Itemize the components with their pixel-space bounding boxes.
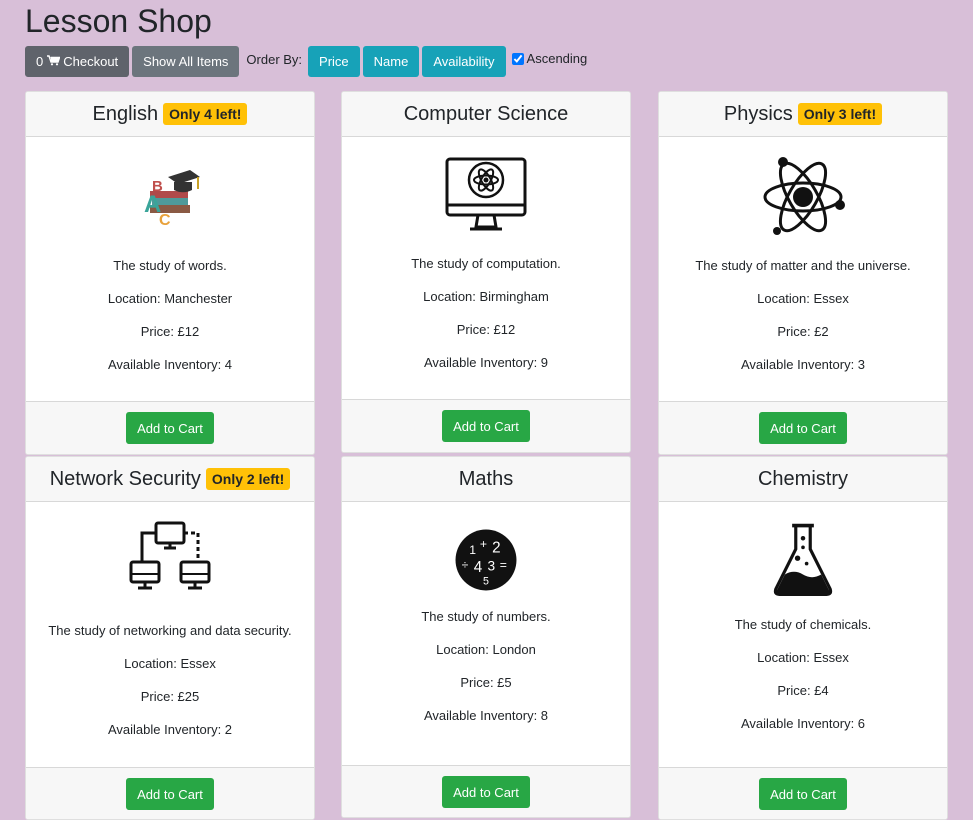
card-header: Computer Science: [342, 92, 630, 137]
ascending-toggle[interactable]: Ascending: [511, 46, 588, 66]
lesson-description: The study of computation.: [411, 256, 561, 271]
card-body: A B C The study of words. Location: Manc…: [26, 137, 314, 381]
lesson-location: Location: Essex: [757, 650, 849, 665]
abc-books-icon: A B C: [26, 137, 314, 239]
lesson-location: Location: Manchester: [107, 291, 233, 306]
lesson-card-physics: Physics Only 3 left! The study of matter…: [658, 91, 948, 455]
lesson-description: The study of matter and the universe.: [695, 258, 911, 273]
page-title: Lesson Shop: [25, 3, 212, 39]
lesson-card-english: English Only 4 left! A B C The study of …: [25, 91, 315, 455]
stock-badge: Only 2 left!: [205, 468, 291, 490]
card-footer: Add to Cart: [659, 767, 947, 819]
card-header: Maths: [342, 457, 630, 502]
svg-text:1: 1: [469, 543, 476, 557]
lesson-price: Price: £2: [777, 324, 829, 339]
lesson-card-network-security: Network Security Only 2 left! The study …: [25, 456, 315, 820]
lesson-card-computer-science: Computer Science The study of computatio…: [341, 91, 631, 453]
cart-icon: [47, 54, 61, 69]
card-footer: Add to Cart: [342, 399, 630, 452]
sort-name-button[interactable]: Name: [362, 46, 420, 77]
ascending-checkbox[interactable]: [511, 52, 524, 65]
card-body: The study of chemicals. Location: Essex …: [659, 502, 947, 740]
ascending-label: Ascending: [526, 51, 588, 66]
card-header: Chemistry: [659, 457, 947, 502]
lesson-price: Price: £25: [140, 689, 200, 704]
svg-text:4: 4: [474, 559, 483, 576]
lesson-inventory: Available Inventory: 3: [740, 357, 866, 372]
sort-price-button[interactable]: Price: [308, 46, 360, 77]
add-to-cart-button[interactable]: Add to Cart: [126, 778, 214, 810]
lesson-inventory: Available Inventory: 6: [740, 716, 866, 731]
card-body: 1 + 2 ÷ 4 3 = 5 The study of numbers. Lo…: [342, 502, 630, 732]
lesson-price: Price: £5: [460, 675, 512, 690]
lesson-price: Price: £12: [456, 322, 516, 337]
lesson-description: The study of chemicals.: [734, 617, 872, 632]
add-to-cart-button[interactable]: Add to Cart: [759, 778, 847, 810]
flask-icon: [659, 502, 947, 606]
atom-icon: [659, 137, 947, 239]
svg-text:=: =: [500, 558, 507, 572]
svg-text:3: 3: [488, 559, 496, 574]
svg-text:C: C: [159, 212, 171, 229]
card-body: The study of computation. Location: Birm…: [342, 137, 630, 379]
lesson-location: Location: London: [436, 642, 536, 657]
svg-text:B: B: [152, 178, 163, 195]
card-footer: Add to Cart: [26, 401, 314, 454]
order-by-label: Order By:: [246, 52, 303, 67]
show-all-items-button[interactable]: Show All Items: [132, 46, 240, 77]
card-header: Physics Only 3 left!: [659, 92, 947, 137]
numbers-icon: 1 + 2 ÷ 4 3 = 5: [342, 502, 630, 592]
checkout-label: Checkout: [63, 54, 119, 69]
lesson-title: Computer Science: [403, 102, 569, 125]
lesson-title: Physics: [723, 102, 793, 125]
add-to-cart-button[interactable]: Add to Cart: [759, 412, 847, 444]
lesson-price: Price: £4: [777, 683, 829, 698]
lesson-description: The study of networking and data securit…: [48, 623, 292, 638]
stock-badge: Only 4 left!: [163, 103, 248, 125]
sort-availability-button[interactable]: Availability: [422, 46, 506, 77]
lesson-card-maths: Maths 1 + 2 ÷ 4 3 = 5 The study of numbe…: [341, 456, 631, 818]
cart-count: 0: [36, 54, 44, 69]
lesson-inventory: Available Inventory: 4: [107, 357, 233, 372]
add-to-cart-button[interactable]: Add to Cart: [126, 412, 214, 444]
lesson-price: Price: £12: [140, 324, 200, 339]
card-header: Network Security Only 2 left!: [26, 457, 314, 502]
stock-badge: Only 3 left!: [797, 103, 883, 125]
lesson-location: Location: Essex: [757, 291, 849, 306]
lesson-inventory: Available Inventory: 9: [423, 355, 549, 370]
lesson-location: Location: Essex: [124, 656, 216, 671]
card-footer: Add to Cart: [26, 767, 314, 819]
checkout-button[interactable]: 0 Checkout: [25, 46, 130, 77]
lesson-description: The study of words.: [113, 258, 227, 273]
lesson-title: Chemistry: [757, 467, 848, 490]
lesson-card-chemistry: Chemistry The study of chemicals. Locati…: [658, 456, 948, 820]
computer-atom-icon: [342, 137, 630, 239]
network-icon: [26, 502, 314, 604]
svg-text:+: +: [480, 537, 487, 551]
add-to-cart-button[interactable]: Add to Cart: [442, 410, 530, 442]
lesson-title: Network Security: [49, 467, 201, 490]
svg-text:÷: ÷: [462, 558, 469, 572]
lesson-inventory: Available Inventory: 8: [423, 708, 549, 723]
lesson-inventory: Available Inventory: 2: [107, 722, 233, 737]
card-footer: Add to Cart: [659, 401, 947, 454]
lesson-title: Maths: [458, 467, 514, 490]
card-body: The study of networking and data securit…: [26, 502, 314, 746]
card-footer: Add to Cart: [342, 765, 630, 817]
svg-text:2: 2: [492, 539, 500, 556]
lesson-description: The study of numbers.: [421, 609, 551, 624]
lesson-location: Location: Birmingham: [423, 289, 549, 304]
toolbar: 0 Checkout Show All Items Order By: Pric…: [25, 46, 587, 77]
lesson-title: English: [92, 102, 159, 125]
card-body: The study of matter and the universe. Lo…: [659, 137, 947, 381]
card-header: English Only 4 left!: [26, 92, 314, 137]
svg-text:5: 5: [483, 575, 489, 587]
add-to-cart-button[interactable]: Add to Cart: [442, 776, 530, 808]
